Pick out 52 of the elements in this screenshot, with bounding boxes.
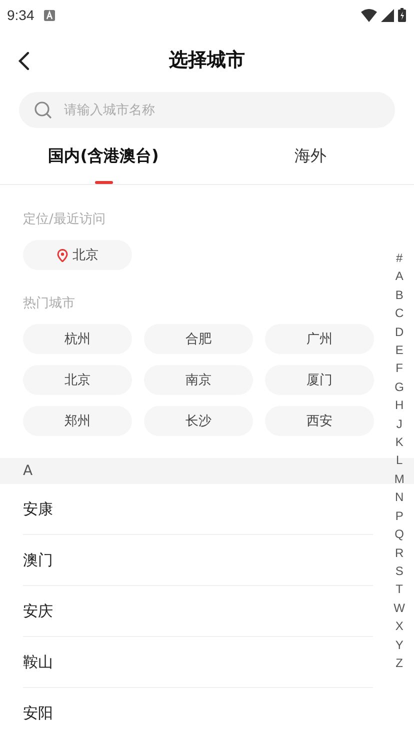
index-letter[interactable]: L [396, 451, 403, 470]
city-item[interactable]: 澳门 [23, 535, 373, 586]
tab-indicator [94, 181, 112, 184]
signal-icon [381, 8, 394, 22]
battery-icon [398, 8, 406, 22]
index-letter[interactable]: B [395, 286, 404, 304]
index-letter[interactable]: J [396, 414, 402, 434]
city-chip[interactable]: 北京 [23, 365, 132, 395]
index-letter[interactable]: C [395, 304, 404, 323]
index-letter[interactable]: K [395, 433, 404, 452]
city-item[interactable]: 安康 [23, 484, 373, 535]
city-chip[interactable]: 广州 [265, 324, 374, 354]
index-letter[interactable]: Q [394, 525, 404, 544]
city-chip[interactable]: 南京 [144, 365, 253, 395]
city-item[interactable]: 安庆 [23, 586, 373, 637]
city-item[interactable]: 安阳 [23, 688, 373, 736]
city-item[interactable]: 鞍山 [23, 637, 373, 688]
tab[interactable]: 国内(含港澳台) [48, 146, 159, 166]
index-letter[interactable]: H [395, 396, 404, 415]
section-heading: 热门城市 [23, 295, 76, 312]
city-chip[interactable]: 郑州 [23, 406, 132, 436]
city-chip[interactable]: 厦门 [265, 365, 374, 395]
section-heading: 定位/最近访问 [23, 211, 106, 228]
back-button[interactable] [16, 50, 32, 72]
index-letter[interactable]: S [395, 562, 404, 580]
index-letter[interactable]: E [395, 341, 404, 360]
index-letter[interactable]: Z [396, 654, 403, 672]
page-title: 选择城市 [169, 48, 245, 73]
index-letter[interactable]: A [395, 267, 404, 286]
wifi-icon [361, 8, 377, 22]
location-chip[interactable]: 北京 [23, 240, 132, 270]
status-time: 9:34 [7, 7, 34, 23]
index-letter[interactable]: D [395, 322, 404, 342]
tab[interactable]: 海外 [294, 146, 326, 166]
index-letter[interactable]: # [396, 249, 403, 268]
index-letter[interactable]: Y [395, 636, 404, 654]
index-letter[interactable]: P [395, 506, 404, 526]
index-letter[interactable]: X [395, 617, 404, 636]
city-chip[interactable]: 长沙 [144, 406, 253, 436]
index-letter[interactable]: W [394, 598, 405, 618]
index-letter[interactable]: G [394, 378, 404, 396]
index-letter[interactable]: N [395, 488, 404, 507]
search-field[interactable]: 请输入城市名称 [19, 92, 395, 128]
location-pin-icon [56, 248, 68, 262]
index-letter[interactable]: F [396, 359, 403, 378]
index-letter[interactable]: R [395, 544, 404, 562]
city-chip[interactable]: 合肥 [144, 324, 253, 354]
city-chip[interactable]: 杭州 [23, 324, 132, 354]
notification-icon [44, 10, 56, 20]
city-chip[interactable]: 西安 [265, 406, 374, 436]
index-letter[interactable]: M [394, 470, 404, 488]
index-letter[interactable]: T [396, 580, 403, 599]
